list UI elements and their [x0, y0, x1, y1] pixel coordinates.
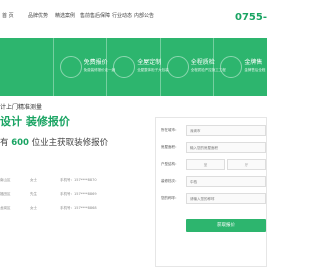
nav-item-service[interactable]: 售前售后保障 [80, 12, 110, 19]
city-input[interactable] [186, 125, 266, 136]
inspection-icon [166, 56, 189, 78]
list-item: 福田区 先生 手机号：157****8869 [0, 188, 150, 202]
city-row: 所在城市： [156, 125, 268, 137]
promo-section: 计上门精准测量 设计 装修报价 有 600 位业主获取装修报价 南山区 女士 手… [0, 96, 150, 274]
record-district: 南山区 [0, 178, 11, 182]
nav-item-brand[interactable]: 品牌优势 [28, 12, 48, 19]
area-row: 房屋面积： [156, 142, 268, 154]
feature-title: 金牌售 [244, 59, 263, 66]
record-mobile: 手机号：157****8870 [60, 178, 97, 182]
name-input[interactable] [186, 193, 266, 204]
cabinet-icon [113, 56, 136, 78]
count-prefix: 有 [0, 138, 9, 148]
recent-records: 南山区 女士 手机号：157****8870 福田区 先生 手机号：157***… [0, 174, 150, 216]
feature-inspection[interactable]: 全程质检 全程质检严控施工工程 [161, 38, 226, 96]
feature-free-quote[interactable]: 免费报价 免费装修报价走一趟 [54, 38, 115, 96]
top-navigation: 首 页 品牌优势 精选案例 售前售后保障 行业动态 内部公告 0755- [0, 0, 267, 38]
promo-count-line: 有 600 位业主获取装修报价 [0, 136, 108, 148]
feature-custom[interactable]: 全屋定制 全屋整体柜子大包装 [107, 38, 169, 96]
grade-row: 装修档次： [156, 176, 268, 188]
name-label: 您的称呼： [161, 196, 179, 200]
quote-form: 所在城市： 房屋面积： 户型结构： 室 厅 装修档次： 您的称呼： 获取报价 [155, 117, 267, 267]
area-label: 房屋面积： [161, 145, 179, 149]
record-mobile: 手机号：157****8868 [60, 206, 97, 210]
promo-tagline: 计上门精准测量 [0, 104, 43, 111]
city-label: 所在城市： [161, 128, 179, 132]
record-name: 女士 [30, 178, 37, 182]
feature-banner: 免费报价 免费装修报价走一趟 全屋定制 全屋整体柜子大包装 全程质检 全程质检严… [0, 38, 267, 96]
feature-empty [0, 38, 54, 96]
get-quote-button[interactable]: 获取报价 [186, 219, 266, 232]
room-select[interactable]: 室 [186, 159, 225, 170]
record-district: 福田区 [0, 192, 11, 196]
record-district: 龙岗区 [0, 206, 11, 210]
list-item: 南山区 女士 手机号：157****8870 [0, 174, 150, 188]
list-item: 龙岗区 女士 手机号：157****8868 [0, 202, 150, 216]
quote-icon [59, 56, 82, 78]
medal-icon [220, 56, 243, 78]
grade-label: 装修档次： [161, 179, 179, 183]
grade-select[interactable] [186, 176, 266, 187]
hotline-phone: 0755- [235, 12, 267, 23]
hall-select[interactable]: 厅 [227, 159, 266, 170]
feature-title: 全屋定制 [137, 59, 162, 66]
name-row: 您的称呼： [156, 193, 268, 205]
owner-count: 600 [11, 138, 29, 148]
record-mobile: 手机号：157****8869 [60, 192, 97, 196]
layout-label: 户型结构： [161, 162, 179, 166]
nav-item-home[interactable]: 首 页 [2, 12, 14, 19]
record-name: 女士 [30, 206, 37, 210]
layout-row: 户型结构： 室 厅 [156, 159, 268, 171]
feature-title: 免费报价 [83, 59, 108, 66]
nav-item-notice[interactable]: 内部公告 [134, 12, 154, 19]
feature-after-sale[interactable]: 金牌售 金牌售后全程 [214, 38, 267, 96]
nav-item-cases[interactable]: 精选案例 [55, 12, 75, 19]
nav-item-news[interactable]: 行业动态 [112, 12, 132, 19]
count-suffix: 位业主获取装修报价 [31, 138, 109, 148]
feature-title: 全程质检 [190, 59, 215, 66]
area-input[interactable] [186, 142, 266, 153]
record-name: 先生 [30, 192, 37, 196]
feature-subtitle: 金牌售后全程 [244, 68, 266, 72]
promo-headline: 设计 装修报价 [0, 115, 70, 128]
